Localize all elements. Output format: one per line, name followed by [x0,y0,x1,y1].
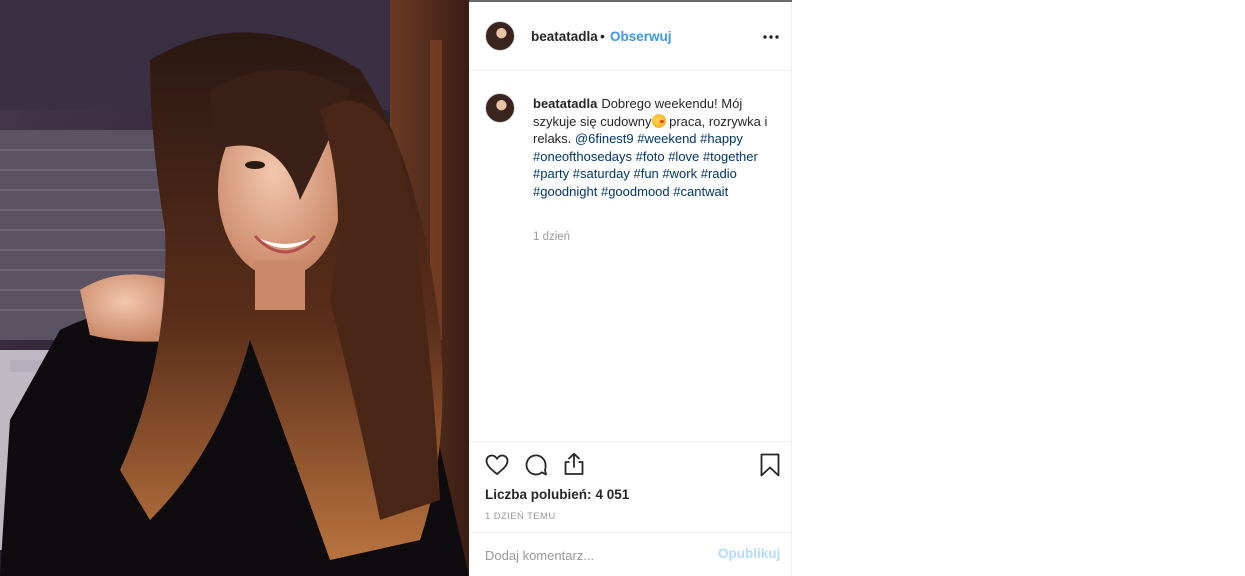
hashtag-link[interactable]: #oneofthosedays [533,149,632,164]
hashtag-link[interactable]: #goodmood [601,184,670,199]
hashtag-link[interactable]: #foto [636,149,665,164]
caption-block: beatatadla Dobrego weekendu! Mój szykuje … [469,71,792,441]
heart-icon[interactable] [484,452,510,478]
post-side-panel: beatatadla • Obserwuj beatatadla Dobrego … [469,0,792,576]
comment-input[interactable] [485,544,705,566]
caption-avatar[interactable] [485,93,515,123]
publish-button[interactable]: Opublikuj [718,546,780,561]
hashtag-link[interactable]: #cantwait [673,184,728,199]
more-horizontal-icon[interactable] [762,28,780,46]
caption-text: beatatadla Dobrego weekendu! Mój szykuje … [533,95,771,201]
hashtag-link[interactable]: #goodnight [533,184,597,199]
hashtag-link[interactable]: #together [703,149,758,164]
share-icon[interactable] [561,451,587,477]
caption-username[interactable]: beatatadla [533,96,597,111]
hashtag-link[interactable]: #party [533,166,569,181]
mention-link[interactable]: @6finest9 [575,131,634,146]
post-photo-image [0,0,469,576]
avatar[interactable] [485,21,515,51]
hashtag-link[interactable]: #weekend [637,131,696,146]
likes-label: Liczba polubień: [485,487,592,502]
hashtag-link[interactable]: #love [668,149,699,164]
bookmark-icon[interactable] [757,452,783,478]
post-photo[interactable] [0,0,469,576]
post-header: beatatadla • Obserwuj [469,2,792,71]
header-separator: • [600,28,605,44]
hashtag-link[interactable]: #radio [701,166,737,181]
comment-icon[interactable] [523,452,549,478]
post-date[interactable]: 1 DZIEŃ TEMU [485,511,556,522]
comment-bar: Opublikuj [469,532,792,576]
hashtag-link[interactable]: #saturday [573,166,630,181]
follow-button[interactable]: Obserwuj [610,29,672,44]
hashtag-link[interactable]: #fun [633,166,658,181]
hashtag-link[interactable]: #happy [700,131,743,146]
likes-number: 4 051 [595,487,630,502]
hashtag-link[interactable]: #work [662,166,697,181]
likes-count[interactable]: Liczba polubień: 4 051 [485,487,629,502]
kiss-emoji-icon [651,113,666,128]
caption-time-ago[interactable]: 1 dzień [533,231,570,243]
post-actions: Liczba polubień: 4 051 1 DZIEŃ TEMU [469,441,792,532]
header-username[interactable]: beatatadla [531,29,598,44]
